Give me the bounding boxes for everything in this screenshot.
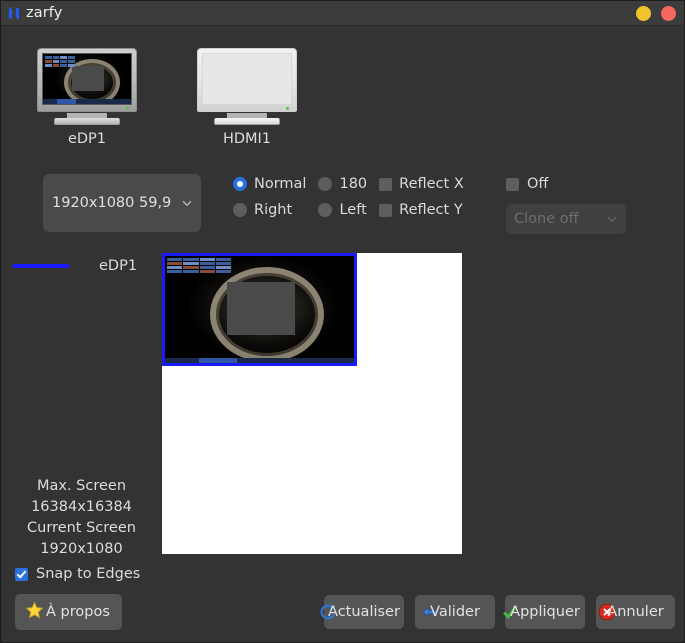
wallpaper-thumbnail (43, 54, 131, 104)
radio-indicator-icon (233, 203, 247, 217)
checkbox-reflect-y[interactable]: Reflect Y (379, 202, 464, 218)
wallpaper-window (227, 281, 296, 336)
monitor-icon (37, 48, 137, 112)
resolution-select[interactable]: 1920x1080 59,9 (43, 174, 201, 232)
clone-value: Clone off (514, 211, 579, 227)
current-screen-value: 1920x1080 (40, 541, 123, 557)
validate-button-label: Valider (430, 604, 480, 620)
apply-button-label: Appliquer (510, 604, 580, 620)
checkbox-indicator-icon (506, 177, 519, 191)
chevron-down-icon (606, 213, 618, 225)
screen-info-panel: Max. Screen 16384x16384 Current Screen 1… (1, 476, 162, 585)
zarfy-window: zarfy eDP1 HDMI1 1920x1080 59,9 Normal 1… (0, 0, 685, 643)
taskbar (43, 99, 131, 104)
radio-indicator-icon (318, 203, 333, 217)
checkbox-reflect-x[interactable]: Reflect X (379, 176, 464, 192)
taskbar (165, 358, 354, 363)
zarfy-logo-icon (5, 4, 23, 22)
radio-indicator-icon (233, 177, 247, 191)
about-button[interactable]: À propos (15, 594, 122, 630)
window-title: zarfy (26, 5, 63, 21)
output-state-panel: Off Clone off (506, 176, 626, 234)
checkbox-reflect-y-label: Reflect Y (399, 202, 463, 218)
checkbox-snap-to-edges[interactable]: Snap to Edges (1, 564, 162, 585)
monitor-label: HDMI1 (222, 131, 272, 147)
power-led-icon (126, 107, 129, 110)
monitor-base (214, 118, 280, 125)
checkbox-snap-to-edges-label: Snap to Edges (36, 566, 141, 582)
monitor-screen-preview (202, 53, 292, 105)
screen-layout-canvas[interactable] (162, 253, 462, 554)
window-content: eDP1 HDMI1 1920x1080 59,9 Normal 180 Ref… (1, 26, 684, 642)
wallpaper-thumbnail (165, 256, 354, 363)
radio-left-label: Left (339, 202, 367, 218)
desktop-icons (167, 258, 232, 273)
radio-180[interactable]: 180 (318, 176, 379, 192)
radio-right[interactable]: Right (233, 202, 318, 218)
checkbox-off[interactable]: Off (506, 176, 626, 192)
radio-normal-label: Normal (254, 176, 307, 192)
radio-left[interactable]: Left (318, 202, 379, 218)
star-icon (25, 600, 44, 624)
desktop-icons (45, 56, 75, 67)
checkbox-reflect-x-label: Reflect X (399, 176, 464, 192)
checkbox-off-label: Off (527, 176, 549, 192)
max-screen-label: Max. Screen (36, 478, 127, 494)
about-button-label: À propos (46, 604, 110, 620)
wallpaper-window (72, 66, 104, 91)
monitor-list: eDP1 HDMI1 (1, 26, 297, 147)
checkbox-indicator-icon (15, 568, 28, 581)
cancel-button[interactable]: Annuler (596, 595, 675, 629)
cancel-button-label: Annuler (607, 604, 664, 620)
radio-normal[interactable]: Normal (233, 176, 318, 192)
apply-button[interactable]: Appliquer (503, 595, 585, 629)
title-bar: zarfy (1, 1, 684, 26)
options-panel: 1920x1080 59,9 Normal 180 Reflect X Righ… (1, 156, 684, 251)
power-led-icon (286, 107, 289, 110)
radio-180-label: 180 (339, 176, 368, 192)
close-button[interactable] (661, 5, 676, 21)
clone-select[interactable]: Clone off (506, 204, 626, 234)
resolution-value: 1920x1080 59,9 (52, 195, 172, 211)
screen-layout-item-edp1[interactable] (162, 253, 357, 366)
legend-label: eDP1 (99, 258, 138, 274)
layout-legend: eDP1 (13, 258, 153, 274)
max-screen-value: 16384x16384 (31, 499, 132, 515)
validate-button[interactable]: Valider (415, 595, 495, 629)
refresh-button[interactable]: Actualiser (320, 595, 404, 629)
monitor-icon (197, 48, 297, 112)
radio-indicator-icon (318, 177, 333, 191)
monitor-base (54, 118, 120, 125)
monitor-item-hdmi1[interactable]: HDMI1 (197, 48, 297, 147)
footer-bar: À propos Actualiser Valider Appliquer An… (1, 584, 684, 642)
checkbox-indicator-icon (379, 203, 393, 217)
window-controls (636, 1, 676, 25)
current-screen-label: Current Screen (27, 520, 136, 536)
monitor-screen-preview (42, 53, 132, 105)
monitor-label: eDP1 (67, 131, 107, 147)
radio-right-label: Right (254, 202, 293, 218)
rotation-options: Normal 180 Reflect X Right Left Reflect … (233, 176, 464, 218)
minimize-button[interactable] (636, 5, 651, 21)
legend-color-swatch (13, 264, 69, 268)
monitor-item-edp1[interactable]: eDP1 (37, 48, 137, 147)
refresh-button-label: Actualiser (328, 604, 400, 620)
chevron-down-icon (181, 197, 193, 209)
checkbox-indicator-icon (379, 177, 393, 191)
